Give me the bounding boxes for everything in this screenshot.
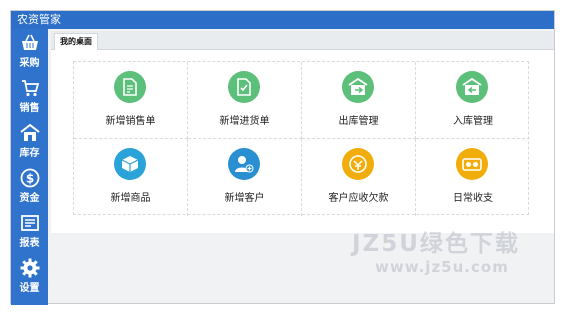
warehouse-icon xyxy=(19,123,40,141)
tab-my-desktop[interactable]: 我的桌面 xyxy=(54,33,98,50)
basket-icon xyxy=(21,34,38,50)
add-customer-icon xyxy=(228,148,260,180)
watermark-logo: JZ5U绿色下载 xyxy=(352,231,520,257)
tab-bar: 我的桌面 xyxy=(51,31,554,50)
purchase-document-icon xyxy=(228,71,260,103)
sidebar-item-label: 库存 xyxy=(19,148,40,159)
shortcut-label: 新增销售单 xyxy=(105,116,156,127)
cart-icon xyxy=(21,80,39,97)
sidebar-item-label: 设置 xyxy=(19,283,40,294)
sidebar-item-label: 报表 xyxy=(19,238,40,249)
title-bar: 农资管家 xyxy=(11,11,554,29)
report-icon xyxy=(20,215,39,231)
sidebar: 采购 销售 库存 $ 资金 报表 设置 xyxy=(11,29,48,305)
shortcut-label: 新增商品 xyxy=(110,193,151,204)
sidebar-item-label: 销售 xyxy=(19,103,40,114)
sales-document-icon xyxy=(114,71,146,103)
sidebar-item-purchase[interactable]: 采购 xyxy=(11,31,48,75)
sidebar-item-label: 采购 xyxy=(19,58,40,69)
shortcut-label: 入库管理 xyxy=(453,116,493,127)
shortcut-grid: 新增销售单 新增进货单 出库管理 入库管理 新增商品 新增客户 客户应收欠款 日… xyxy=(73,61,530,216)
shortcut-new-product[interactable]: 新增商品 xyxy=(74,139,188,216)
desktop-panel: 新增销售单 新增进货单 出库管理 入库管理 新增商品 新增客户 客户应收欠款 日… xyxy=(51,50,554,233)
receivable-icon xyxy=(342,148,374,180)
warehouse-out-icon xyxy=(342,71,374,103)
income-expense-icon xyxy=(456,148,488,180)
shortcut-label: 客户应收欠款 xyxy=(328,193,389,204)
warehouse-in-icon xyxy=(456,71,488,103)
sidebar-item-sales[interactable]: 销售 xyxy=(11,76,48,120)
shortcut-inbound-management[interactable]: 入库管理 xyxy=(416,62,530,139)
shortcut-new-sales-order[interactable]: 新增销售单 xyxy=(74,62,188,139)
shortcut-new-purchase-order[interactable]: 新增进货单 xyxy=(188,62,302,139)
dollar-coin-icon: $ xyxy=(20,168,39,188)
shortcut-outbound-management[interactable]: 出库管理 xyxy=(302,62,416,139)
product-box-icon xyxy=(114,148,146,180)
sidebar-item-funds[interactable]: $ 资金 xyxy=(11,166,48,210)
sidebar-item-inventory[interactable]: 库存 xyxy=(11,121,48,165)
shortcut-label: 新增进货单 xyxy=(219,116,270,127)
watermark-url: www.jz5u.com xyxy=(375,258,509,276)
shortcut-customer-receivables[interactable]: 客户应收欠款 xyxy=(302,139,416,216)
shortcut-label: 日常收支 xyxy=(453,193,493,204)
window-title: 农资管家 xyxy=(17,13,61,26)
sidebar-item-reports[interactable]: 报表 xyxy=(11,211,48,255)
shortcut-new-customer[interactable]: 新增客户 xyxy=(188,139,302,216)
shortcut-label: 新增客户 xyxy=(224,193,265,204)
gear-icon xyxy=(20,258,39,278)
shortcut-label: 出库管理 xyxy=(338,116,379,127)
sidebar-item-settings[interactable]: 设置 xyxy=(11,256,48,300)
shortcut-daily-income-expense[interactable]: 日常收支 xyxy=(416,139,530,216)
svg-text:$: $ xyxy=(25,172,33,186)
sidebar-item-label: 资金 xyxy=(19,193,40,204)
